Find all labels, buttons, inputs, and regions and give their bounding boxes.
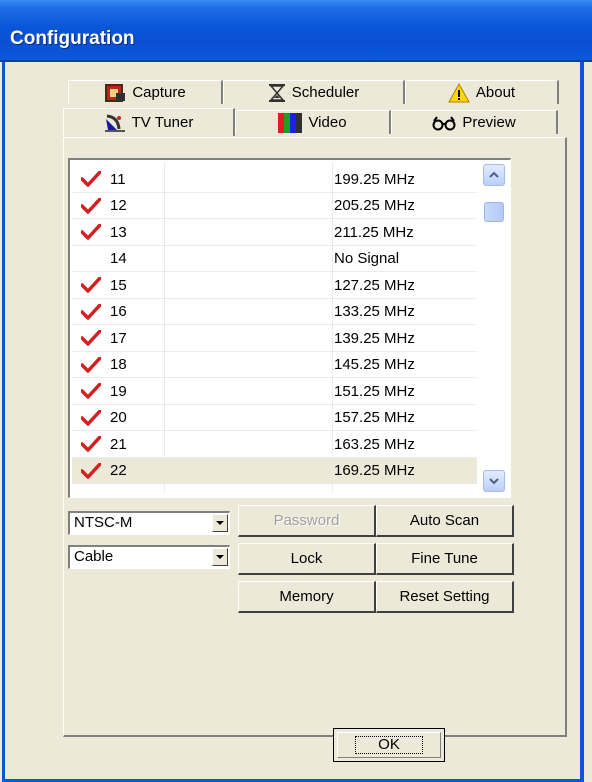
- window-title: Configuration: [10, 28, 135, 49]
- channel-number: 19: [110, 382, 127, 400]
- channel-row[interactable]: 22 169.25 MHz: [72, 457, 477, 484]
- channel-frequency: 163.25 MHz: [334, 435, 415, 453]
- tab-about[interactable]: About: [405, 80, 559, 104]
- channel-number: 11: [110, 170, 126, 188]
- fine-tune-button-label: Fine Tune: [411, 550, 478, 567]
- ok-button[interactable]: OK: [333, 728, 445, 762]
- lock-button[interactable]: Lock: [238, 543, 376, 575]
- channel-frequency: 169.25 MHz: [334, 462, 415, 479]
- tab-capture[interactable]: Capture: [68, 80, 223, 104]
- color-bars-icon: [278, 112, 303, 133]
- tab-video[interactable]: Video: [235, 110, 391, 134]
- auto-scan-button[interactable]: Auto Scan: [376, 505, 514, 537]
- channel-frequency: 211.25 MHz: [334, 223, 414, 241]
- satellite-icon: [104, 113, 126, 133]
- signal-source-dropdown-button[interactable]: [212, 548, 228, 566]
- channel-frequency: 151.25 MHz: [334, 382, 415, 400]
- channel-row[interactable]: 18 145.25 MHz: [72, 352, 477, 378]
- auto-scan-button-label: Auto Scan: [409, 512, 480, 529]
- channel-row[interactable]: 17 139.25 MHz: [72, 325, 477, 351]
- channel-frequency: 157.25 MHz: [334, 409, 415, 426]
- ok-button-face: OK: [337, 732, 441, 758]
- channel-number: 15: [110, 276, 127, 294]
- dropdown-arrow-icon: [216, 554, 224, 559]
- channel-row[interactable]: 13 211.25 MHz: [72, 219, 477, 245]
- password-button[interactable]: Password: [238, 505, 376, 537]
- tv-standard-dropdown-button[interactable]: [212, 514, 228, 532]
- scroll-thumb[interactable]: [484, 202, 504, 222]
- configuration-window: Configuration Capture Scheduler About TV…: [0, 0, 592, 782]
- channel-row[interactable]: 14 No Signal: [72, 246, 477, 272]
- checkmark-icon[interactable]: [72, 409, 110, 426]
- scroll-up-button[interactable]: [483, 164, 505, 186]
- checkmark-icon[interactable]: [72, 277, 110, 293]
- channel-number: 13: [110, 223, 127, 241]
- checkmark-icon[interactable]: [72, 436, 110, 452]
- checkmark-icon[interactable]: [72, 462, 110, 479]
- tv-standard-value: NTSC-M: [74, 514, 133, 531]
- channel-row[interactable]: 21 163.25 MHz: [72, 431, 477, 457]
- channel-number: 17: [110, 329, 127, 347]
- channel-number: 16: [110, 303, 127, 320]
- channel-frequency: 139.25 MHz: [334, 329, 415, 347]
- channel-row[interactable]: 20 157.25 MHz: [72, 405, 477, 431]
- scroll-down-button[interactable]: [483, 470, 505, 492]
- warning-icon: [448, 82, 470, 103]
- reset-setting-button-label: Reset Setting: [399, 588, 490, 605]
- tab-preview-label: Preview: [462, 114, 516, 131]
- channel-row[interactable]: 11 199.25 MHz: [72, 166, 477, 192]
- checkmark-icon[interactable]: [72, 383, 110, 399]
- tab-about-label: About: [475, 84, 516, 101]
- fine-tune-button[interactable]: Fine Tune: [376, 543, 514, 575]
- channel-row[interactable]: 16 133.25 MHz: [72, 299, 477, 325]
- checkmark-icon[interactable]: [72, 224, 110, 240]
- channel-frequency: 145.25 MHz: [334, 356, 415, 373]
- channel-number: 20: [110, 409, 127, 426]
- checkmark-icon[interactable]: [72, 330, 110, 346]
- row-divider: [72, 483, 477, 484]
- lock-button-label: Lock: [290, 550, 323, 567]
- dropdown-arrow-icon: [216, 520, 224, 525]
- signal-source-select[interactable]: Cable: [68, 545, 230, 569]
- memory-button-label: Memory: [279, 588, 334, 605]
- checkmark-icon[interactable]: [72, 356, 110, 373]
- checkmark-icon[interactable]: [72, 303, 110, 320]
- reset-setting-button[interactable]: Reset Setting: [376, 581, 514, 613]
- channel-frequency: 133.25 MHz: [334, 303, 415, 320]
- checkmark-icon[interactable]: [72, 171, 110, 187]
- channel-row[interactable]: 19 151.25 MHz: [72, 378, 477, 404]
- password-button-label: Password: [273, 512, 340, 529]
- channel-number: 18: [110, 356, 127, 373]
- tab-video-label: Video: [308, 114, 347, 131]
- channel-number: 22: [110, 462, 127, 479]
- channel-frequency: 127.25 MHz: [334, 276, 415, 294]
- channel-row[interactable]: 15 127.25 MHz: [72, 272, 477, 298]
- hourglass-icon: [268, 83, 286, 103]
- channel-number: 14: [110, 250, 127, 267]
- ok-button-label: OK: [355, 736, 423, 754]
- tab-preview[interactable]: Preview: [391, 110, 558, 134]
- signal-source-value: Cable: [74, 548, 114, 565]
- channel-number: 12: [110, 197, 127, 214]
- chevron-down-icon: [489, 478, 499, 485]
- channel-frequency: 199.25 MHz: [334, 170, 415, 188]
- tab-scheduler[interactable]: Scheduler: [223, 80, 405, 104]
- tv-standard-select[interactable]: NTSC-M: [68, 511, 230, 535]
- tab-tv-tuner[interactable]: TV Tuner: [63, 108, 235, 136]
- capture-icon: [104, 83, 126, 103]
- checkmark-icon[interactable]: [72, 197, 110, 214]
- memory-button[interactable]: Memory: [238, 581, 376, 613]
- title-bar[interactable]: Configuration: [0, 0, 592, 62]
- channel-frequency: No Signal: [334, 250, 400, 267]
- channel-number: 21: [110, 435, 127, 453]
- tab-capture-label: Capture: [132, 84, 186, 101]
- channel-row[interactable]: 12 205.25 MHz: [72, 193, 477, 219]
- glasses-icon: [432, 115, 456, 131]
- tab-tv-tuner-label: TV Tuner: [131, 114, 194, 131]
- channel-list-scrollbar[interactable]: [480, 162, 508, 495]
- channel-list[interactable]: 11 199.25 MHz 12 205.25 MHz 13 211.25 MHz 14 No…: [68, 158, 511, 498]
- channel-frequency: 205.25 MHz: [334, 197, 415, 214]
- tab-scheduler-label: Scheduler: [291, 84, 360, 101]
- chevron-up-icon: [489, 171, 499, 178]
